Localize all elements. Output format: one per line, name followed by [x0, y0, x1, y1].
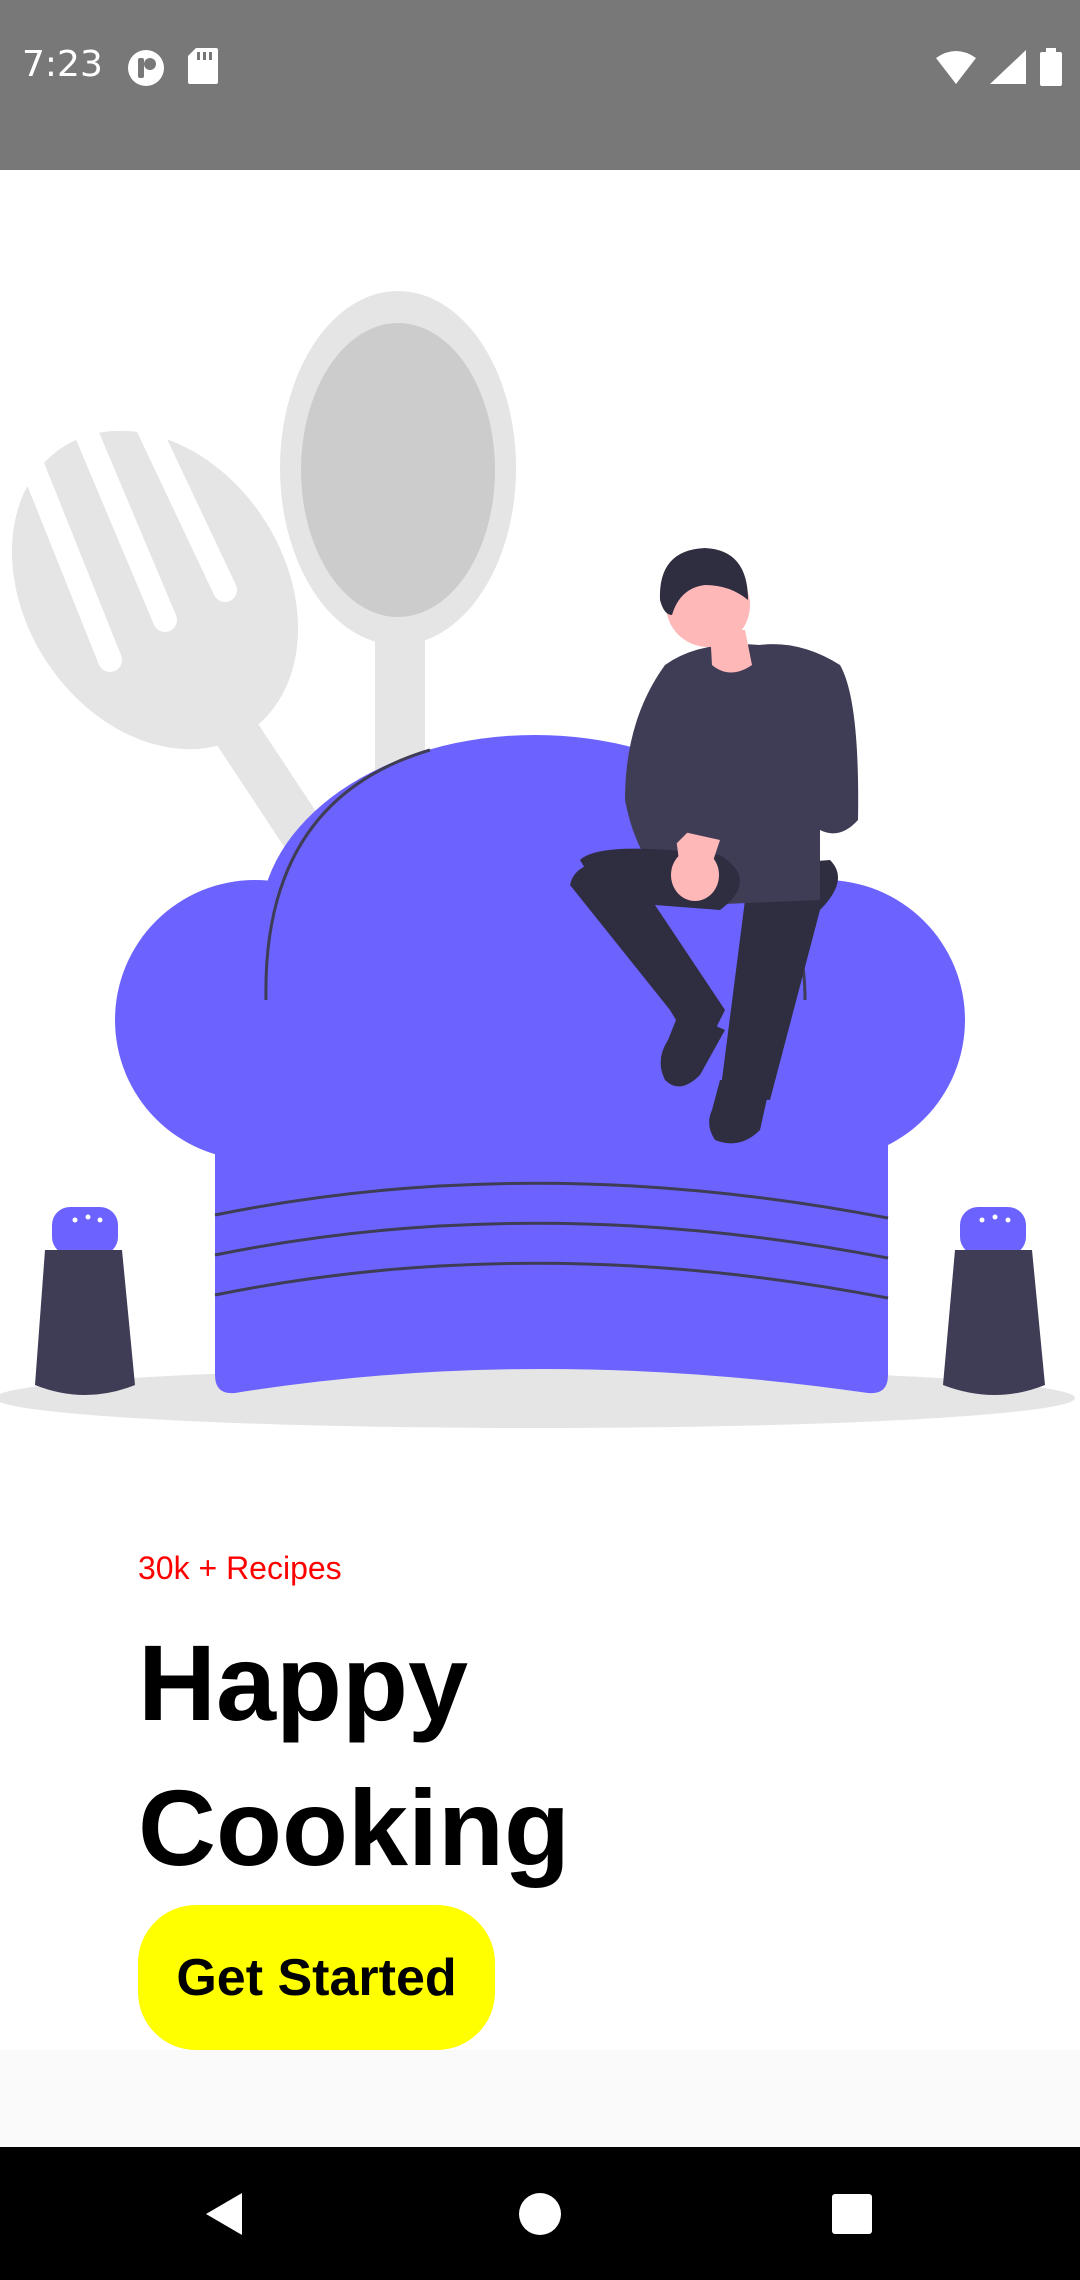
headline: Happy Cooking	[138, 1610, 570, 1900]
cell-signal-icon	[990, 50, 1026, 84]
get-started-button[interactable]: Get Started	[138, 1905, 495, 2050]
headline-line-1: Happy	[138, 1622, 469, 1743]
recents-icon[interactable]	[827, 2189, 877, 2239]
status-time: 7:23	[22, 44, 103, 85]
status-bar: 7:23	[0, 0, 1080, 170]
home-icon[interactable]	[515, 2189, 565, 2239]
salt-shaker-left-icon	[35, 1207, 135, 1395]
cooking-illustration	[0, 291, 1075, 1428]
app-notification-icon	[128, 50, 164, 86]
navigation-bar	[0, 2147, 1080, 2280]
battery-icon	[1040, 48, 1062, 86]
salt-shaker-right-icon	[943, 1207, 1045, 1395]
sd-card-icon	[188, 48, 218, 84]
headline-line-2: Cooking	[138, 1767, 570, 1888]
back-icon[interactable]	[200, 2189, 250, 2239]
chef-hat-icon	[115, 735, 965, 1394]
recipes-count-label: 30k + Recipes	[138, 1550, 342, 1586]
bottom-strip	[0, 2050, 1080, 2147]
wifi-icon	[936, 51, 976, 84]
floor-shadow	[0, 1368, 1075, 1428]
